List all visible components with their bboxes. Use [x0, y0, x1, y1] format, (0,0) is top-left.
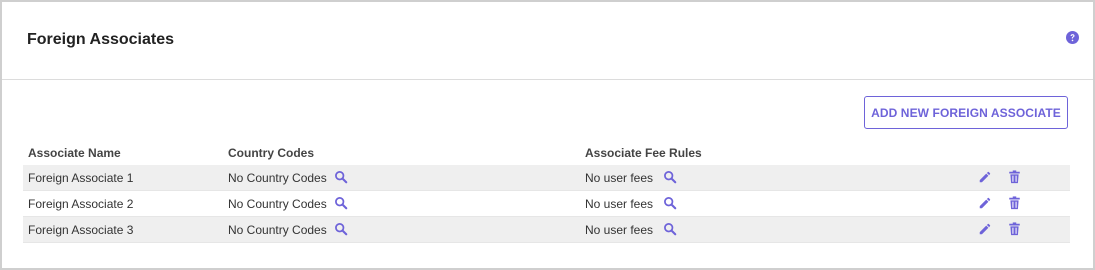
trash-icon[interactable] [1008, 222, 1021, 236]
search-icon[interactable] [663, 222, 677, 236]
search-icon[interactable] [334, 222, 348, 236]
search-icon[interactable] [663, 170, 677, 184]
column-header-associate-name: Associate Name [28, 146, 121, 160]
table-row: Foreign Associate 1 No Country Codes No … [23, 165, 1070, 191]
pencil-icon[interactable] [978, 222, 992, 236]
fee-rules-value: No user fees [585, 197, 654, 211]
table-row: Foreign Associate 2 No Country Codes No … [23, 191, 1070, 217]
pencil-icon[interactable] [978, 196, 992, 210]
column-header-associate-fee-rules: Associate Fee Rules [585, 146, 702, 160]
column-header-country-codes: Country Codes [228, 146, 315, 160]
trash-icon[interactable] [1008, 196, 1021, 210]
associate-name: Foreign Associate 1 [28, 171, 134, 185]
foreign-associates-panel: Foreign Associates ADD NEW FOREIGN ASSOC… [0, 0, 1095, 270]
search-icon[interactable] [334, 196, 348, 210]
panel-header: Foreign Associates [2, 2, 1093, 80]
country-codes-value: No Country Codes [228, 223, 327, 237]
fee-rules-value: No user fees [585, 171, 654, 185]
panel-title: Foreign Associates [27, 31, 175, 48]
search-icon[interactable] [334, 170, 348, 184]
search-icon[interactable] [663, 196, 677, 210]
associates-table: Associate Name Country Codes Associate F… [23, 140, 1070, 243]
associate-name: Foreign Associate 3 [28, 223, 134, 237]
help-icon[interactable] [1066, 31, 1079, 44]
fee-rules-value: No user fees [585, 223, 654, 237]
add-new-foreign-associate-button[interactable]: ADD NEW FOREIGN ASSOCIATE [864, 96, 1068, 129]
pencil-icon[interactable] [978, 170, 992, 184]
table-header: Associate Name Country Codes Associate F… [23, 140, 1070, 165]
country-codes-value: No Country Codes [228, 171, 327, 185]
table-row: Foreign Associate 3 No Country Codes No … [23, 217, 1070, 243]
country-codes-value: No Country Codes [228, 197, 327, 211]
trash-icon[interactable] [1008, 170, 1021, 184]
associate-name: Foreign Associate 2 [28, 197, 134, 211]
